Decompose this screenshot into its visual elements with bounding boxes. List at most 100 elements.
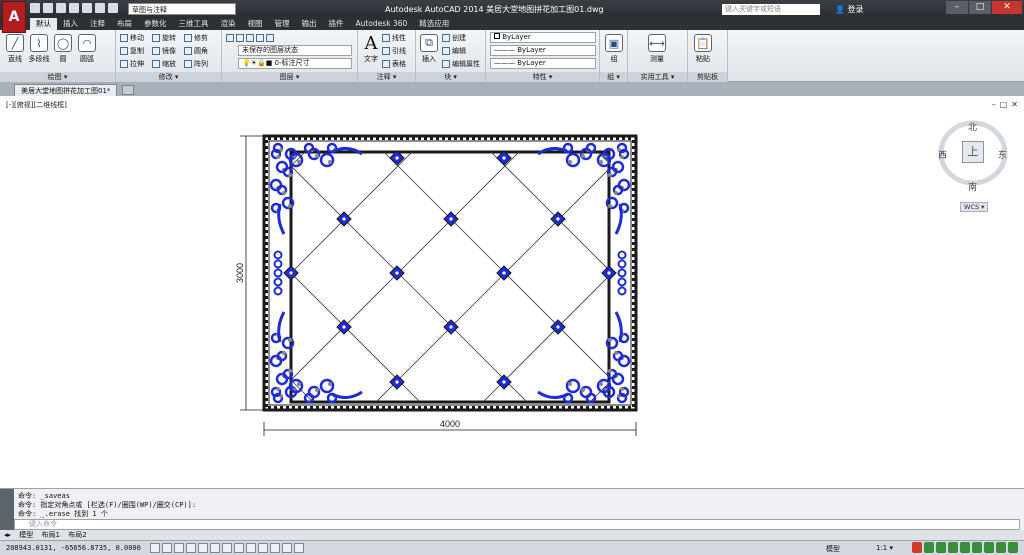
circle-tool[interactable]: ◯ 圆 [52, 34, 74, 64]
line-tool[interactable]: ╱ 直线 [4, 34, 26, 64]
ribbon-tab[interactable]: 视图 [242, 18, 269, 30]
tray-icon[interactable] [984, 542, 994, 553]
osnap-toggle[interactable] [198, 543, 208, 553]
coordinates-readout[interactable]: 208943.0131, -65656.8735, 0.0000 [6, 544, 141, 552]
layout-nav-icon[interactable]: ◂▸ [4, 531, 11, 539]
application-menu-button[interactable]: A [2, 1, 26, 33]
ribbon-tab[interactable]: 插件 [323, 18, 350, 30]
utilities-panel-title[interactable]: 实用工具 ▾ [628, 72, 687, 82]
array-tool[interactable]: 阵列 [184, 59, 208, 69]
viewcube[interactable]: 北 南 东 西 上 WCS ▾ [938, 116, 1008, 216]
drawing-canvas[interactable]: [-][俯视][二维线框] – □ ✕ 4000 3000 [0, 96, 1024, 488]
lineweight-combo[interactable]: ——— ByLayer [490, 58, 596, 69]
ime-icon[interactable] [912, 542, 922, 553]
annotation-panel-title[interactable]: 注释 ▾ [358, 72, 415, 82]
ribbon-tab[interactable]: 渲染 [215, 18, 242, 30]
ribbon-tab[interactable]: 参数化 [138, 18, 173, 30]
floor-plan-drawing[interactable]: 4000 3000 [0, 96, 1024, 488]
ribbon-tab[interactable]: 注释 [84, 18, 111, 30]
wcs-menu[interactable]: WCS ▾ [960, 202, 989, 212]
tray-icon[interactable] [936, 542, 946, 553]
linear-dim-tool[interactable]: 线性 [382, 33, 406, 43]
transparency-toggle[interactable] [270, 543, 280, 553]
modify-panel-title[interactable]: 修改 ▾ [116, 72, 221, 82]
tray-icon[interactable] [924, 542, 934, 553]
mirror-tool[interactable]: 镜像 [152, 46, 176, 56]
document-tab[interactable]: 美居大堂地图拼花加工图01* [14, 84, 118, 96]
layer-state-combo[interactable]: 未保存的图层状态 [238, 45, 352, 56]
trim-tool[interactable]: 修剪 [184, 33, 208, 43]
command-input[interactable]: 键入命令 [14, 519, 1020, 530]
tray-icon[interactable] [960, 542, 970, 553]
ribbon-tab[interactable]: 布局 [111, 18, 138, 30]
text-tool[interactable]: A 文字 [360, 33, 382, 64]
search-input[interactable]: 键入关键字或短语 [722, 4, 820, 15]
lineweight-toggle[interactable] [258, 543, 268, 553]
ducs-toggle[interactable] [234, 543, 244, 553]
redo-icon[interactable] [108, 3, 118, 13]
scale-tool[interactable]: 缩放 [152, 59, 176, 69]
stretch-tool[interactable]: 拉伸 [120, 59, 144, 69]
table-tool[interactable]: 表格 [382, 59, 406, 69]
ribbon-tab[interactable]: 插入 [57, 18, 84, 30]
polar-toggle[interactable] [186, 543, 196, 553]
tray-icon[interactable] [972, 542, 982, 553]
ribbon-tab[interactable]: 输出 [296, 18, 323, 30]
dyn-toggle[interactable] [246, 543, 256, 553]
viewcube-top-face[interactable]: 上 [962, 141, 984, 163]
fillet-tool[interactable]: 圆角 [184, 46, 208, 56]
measure-tool[interactable]: ⟷ 测量 [642, 34, 672, 64]
ribbon-tab[interactable]: 默认 [30, 18, 57, 30]
compass-north[interactable]: 北 [968, 120, 977, 133]
current-layer-combo[interactable]: 💡☀🔒■ 0-标注尺寸 [238, 58, 352, 69]
selection-cycling-toggle[interactable] [294, 543, 304, 553]
tab-model[interactable]: 模型 [19, 531, 33, 539]
clipboard-panel-title[interactable]: 剪贴板 [688, 72, 727, 82]
ortho-toggle[interactable] [174, 543, 184, 553]
layer-properties-tool[interactable] [226, 33, 274, 43]
snap-toggle[interactable] [150, 543, 160, 553]
edit-block-tool[interactable]: 编辑 [442, 46, 466, 56]
grid-toggle[interactable] [162, 543, 172, 553]
compass-west[interactable]: 西 [938, 148, 947, 161]
arc-tool[interactable]: ◠ 圆弧 [76, 34, 98, 64]
groups-panel-title[interactable]: 组 ▾ [600, 72, 627, 82]
save-as-icon[interactable] [69, 3, 79, 13]
leader-tool[interactable]: 引线 [382, 46, 406, 56]
annotation-scale[interactable]: 1:1 ▾ [876, 544, 893, 552]
new-icon[interactable] [30, 3, 40, 13]
otrack-toggle[interactable] [222, 543, 232, 553]
ribbon-tab[interactable]: 精选应用 [413, 18, 455, 30]
ribbon-tab[interactable]: 三维工具 [173, 18, 215, 30]
insert-tool[interactable]: ⧉ 插入 [418, 34, 440, 64]
compass-east[interactable]: 东 [998, 148, 1007, 161]
tray-icon[interactable] [948, 542, 958, 553]
copy-tool[interactable]: 复制 [120, 46, 144, 56]
new-tab-button[interactable] [122, 85, 134, 95]
compass-south[interactable]: 南 [968, 180, 977, 193]
3d-osnap-toggle[interactable] [210, 543, 220, 553]
block-panel-title[interactable]: 块 ▾ [416, 72, 485, 82]
workspace-dropdown[interactable]: 草图与注释 [128, 3, 236, 15]
ribbon-tab[interactable]: Autodesk 360 [350, 18, 414, 30]
quick-properties-toggle[interactable] [282, 543, 292, 553]
move-tool[interactable]: 移动 [120, 33, 144, 43]
login-button[interactable]: 👤 登录 [835, 4, 864, 15]
paste-tool[interactable]: 📋 粘贴 [692, 34, 714, 64]
ribbon-tab[interactable]: 管理 [269, 18, 296, 30]
tray-icon[interactable] [1008, 542, 1018, 553]
save-icon[interactable] [56, 3, 66, 13]
model-space-label[interactable]: 模型 [826, 544, 840, 554]
tray-icon[interactable] [996, 542, 1006, 553]
properties-panel-title[interactable]: 特性 ▾ [486, 72, 599, 82]
tab-layout2[interactable]: 布局2 [68, 531, 86, 539]
color-combo[interactable]: ByLayer [490, 32, 596, 43]
edit-attributes-tool[interactable]: 编辑属性 [442, 59, 480, 69]
minimize-button[interactable]: – [946, 1, 968, 14]
rotate-tool[interactable]: 旋转 [152, 33, 176, 43]
command-grip[interactable] [0, 489, 14, 531]
maximize-button[interactable]: □ [969, 1, 991, 14]
layers-panel-title[interactable]: 图层 ▾ [222, 72, 357, 82]
linetype-combo[interactable]: ——— ByLayer [490, 45, 596, 56]
close-button[interactable]: ✕ [992, 1, 1022, 14]
